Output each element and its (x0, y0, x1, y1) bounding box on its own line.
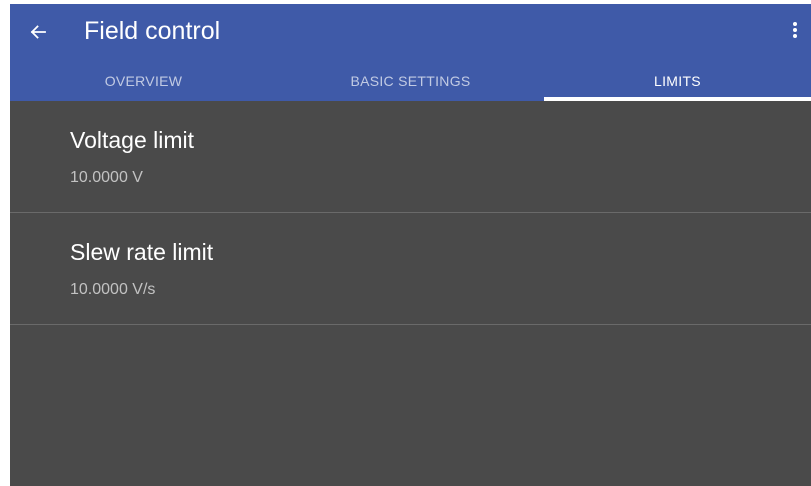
list-item-slew-rate-limit[interactable]: Slew rate limit 10.0000 V/s (10, 213, 811, 325)
list-item-title: Voltage limit (70, 127, 195, 153)
tab-basic-settings[interactable]: BASIC SETTINGS (277, 60, 544, 101)
page-title: Field control (84, 17, 221, 45)
list-item-value: 10.0000 V (70, 169, 143, 186)
app-screen: Field control OVERVIEW BASIC SETTINGS LI… (10, 4, 811, 486)
list-item-value: 10.0000 V/s (70, 281, 156, 298)
list-item-voltage-limit[interactable]: Voltage limit 10.0000 V (10, 101, 811, 213)
back-button[interactable] (16, 10, 60, 54)
limits-list: Voltage limit 10.0000 V Slew rate limit … (10, 101, 811, 325)
overflow-menu-button[interactable] (781, 12, 809, 52)
tab-overview[interactable]: OVERVIEW (10, 60, 277, 101)
list-item-title: Slew rate limit (70, 239, 214, 265)
more-vertical-icon (792, 21, 798, 44)
app-bar: Field control OVERVIEW BASIC SETTINGS LI… (10, 4, 811, 101)
arrow-left-icon (30, 24, 46, 40)
tab-limits[interactable]: LIMITS (544, 60, 811, 101)
tab-bar: OVERVIEW BASIC SETTINGS LIMITS (10, 60, 811, 101)
